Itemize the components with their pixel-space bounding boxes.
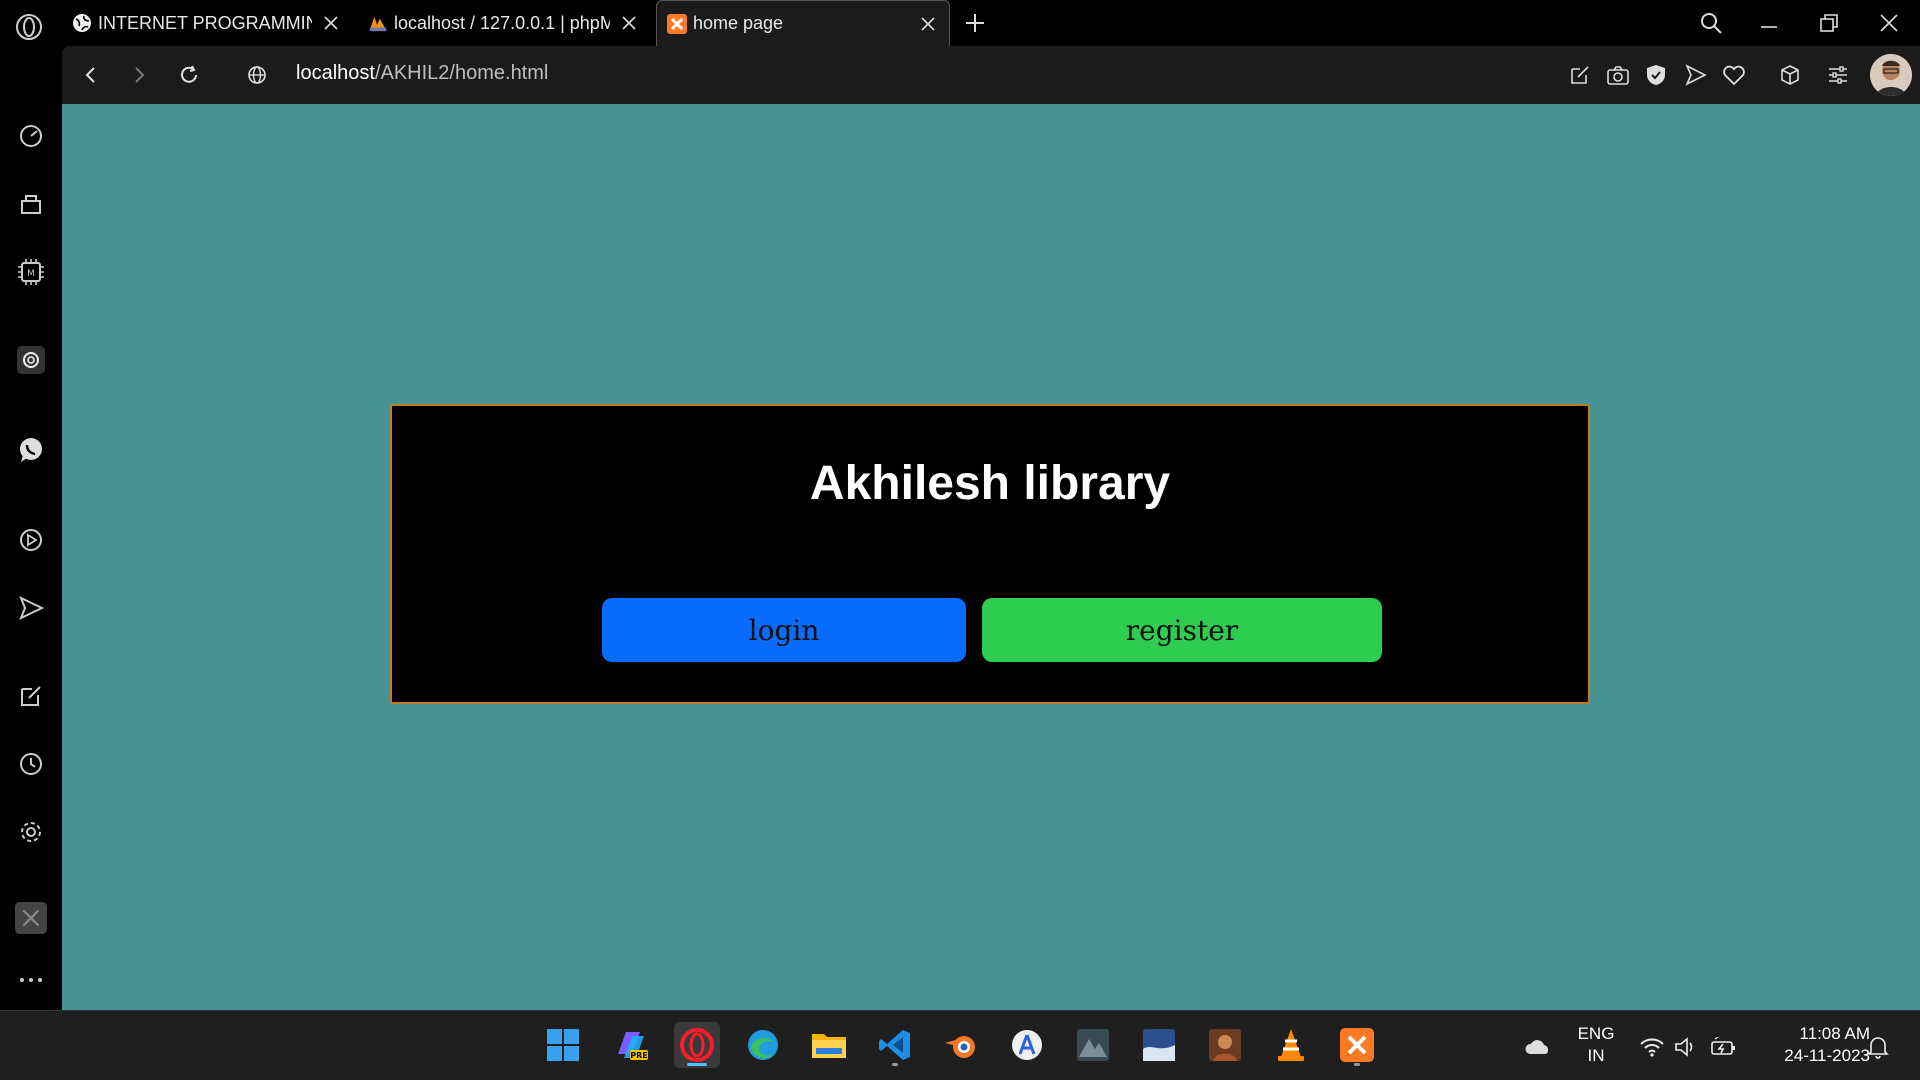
login-button[interactable]: login [602, 598, 966, 662]
vscode-icon[interactable] [872, 1022, 918, 1068]
tab-internet-programming[interactable]: INTERNET PROGRAMMING [62, 0, 352, 46]
settings-gear-icon[interactable] [15, 816, 47, 848]
tab-title: home page [693, 13, 784, 33]
reload-icon[interactable] [174, 60, 204, 90]
speed-dial-icon[interactable] [15, 120, 47, 152]
site-info-globe-icon[interactable] [242, 60, 272, 90]
clock-date: 24-11-2023 [1784, 1046, 1870, 1065]
easy-setup-sliders-icon[interactable] [1824, 61, 1852, 89]
aria-chip-icon[interactable]: M [15, 256, 47, 288]
easy-setup-icon[interactable] [15, 902, 47, 934]
wifi-icon[interactable] [1638, 1033, 1666, 1061]
tab-strip: INTERNET PROGRAMMING localhost / 127.0.0… [0, 0, 1920, 46]
copilot-icon[interactable]: PRE [608, 1022, 654, 1068]
chatgpt-icon[interactable] [15, 344, 47, 376]
tab-phpmyadmin[interactable]: localhost / 127.0.0.1 | phpMyAdmin [358, 0, 650, 46]
share-send-icon[interactable] [1682, 61, 1710, 89]
profile-avatar[interactable] [1870, 54, 1912, 96]
tab-title: INTERNET PROGRAMMING [98, 12, 312, 33]
region-code: IN [1587, 1046, 1605, 1065]
more-options-icon[interactable] [15, 964, 47, 996]
battery-charging-icon[interactable] [1710, 1033, 1738, 1061]
globe-icon [72, 13, 92, 33]
minimize-icon[interactable] [1754, 8, 1784, 38]
xampp-icon [667, 13, 687, 34]
forward-arrow-icon[interactable] [124, 60, 154, 90]
adblock-shield-icon[interactable] [1642, 61, 1670, 89]
svg-text:PRE: PRE [630, 1051, 648, 1060]
tab-title: localhost / 127.0.0.1 | phpMyAdmin [394, 12, 610, 33]
vlc-icon[interactable] [1268, 1022, 1314, 1068]
url-host: localhost [296, 62, 375, 84]
photo-app-2-icon[interactable] [1136, 1022, 1182, 1068]
close-tab-icon[interactable] [320, 12, 342, 34]
pinboard-icon[interactable] [15, 680, 47, 712]
notification-bell-icon[interactable] [1864, 1033, 1892, 1061]
tab-search-icon[interactable] [1696, 8, 1726, 38]
close-tab-icon[interactable] [917, 13, 939, 35]
onedrive-cloud-icon[interactable] [1524, 1033, 1552, 1061]
language-code: ENG [1577, 1024, 1615, 1043]
back-arrow-icon[interactable] [76, 60, 106, 90]
history-icon[interactable] [15, 748, 47, 780]
phpmyadmin-icon [368, 13, 388, 33]
close-window-icon[interactable] [1874, 8, 1904, 38]
extensions-cube-icon[interactable] [1776, 61, 1804, 89]
player-icon[interactable] [15, 524, 47, 556]
svg-text:M: M [27, 269, 35, 279]
opera-taskbar-icon[interactable] [674, 1022, 720, 1068]
url-field[interactable]: localhost/AKHIL2/home.html [296, 62, 548, 85]
bookmark-heart-icon[interactable] [1720, 61, 1748, 89]
restore-icon[interactable] [1814, 8, 1844, 38]
new-tab-plus-icon[interactable] [962, 10, 988, 36]
app-store-icon[interactable] [1004, 1022, 1050, 1068]
snapshot-edit-icon[interactable] [1566, 61, 1594, 89]
start-icon[interactable] [540, 1022, 586, 1068]
opera-sidebar: M [0, 46, 62, 1010]
send-icon[interactable] [15, 592, 47, 624]
photo-app-1-icon[interactable] [1070, 1022, 1116, 1068]
system-clock[interactable]: 11:08 AM 24-11-2023 [1750, 1023, 1870, 1067]
photo-app-3-icon[interactable] [1202, 1022, 1248, 1068]
xampp-taskbar-icon[interactable] [1334, 1022, 1380, 1068]
blender-icon[interactable] [938, 1022, 984, 1068]
page-title: Akhilesh library [809, 457, 1171, 510]
volume-icon[interactable] [1672, 1033, 1700, 1061]
address-bar: localhost/AKHIL2/home.html [62, 46, 1920, 104]
edge-icon[interactable] [740, 1022, 786, 1068]
windows-taskbar: PRE ENG IN 11:08 AM 24-11-2023 [0, 1010, 1920, 1080]
close-tab-icon[interactable] [618, 12, 640, 34]
tab-home-page[interactable]: home page [656, 0, 950, 46]
file-explorer-icon[interactable] [806, 1022, 852, 1068]
camera-icon[interactable] [1604, 61, 1632, 89]
page-viewport: Akhilesh library login register [62, 104, 1920, 1010]
whatsapp-icon[interactable] [15, 434, 47, 466]
input-language[interactable]: ENG IN [1572, 1023, 1620, 1067]
url-path: /AKHIL2/home.html [374, 62, 549, 84]
workspaces-icon[interactable] [15, 188, 47, 220]
opera-logo-icon[interactable] [14, 12, 44, 42]
clock-time: 11:08 AM [1799, 1024, 1870, 1043]
library-card: Akhilesh library login register [390, 404, 1590, 704]
register-button[interactable]: register [982, 598, 1382, 662]
